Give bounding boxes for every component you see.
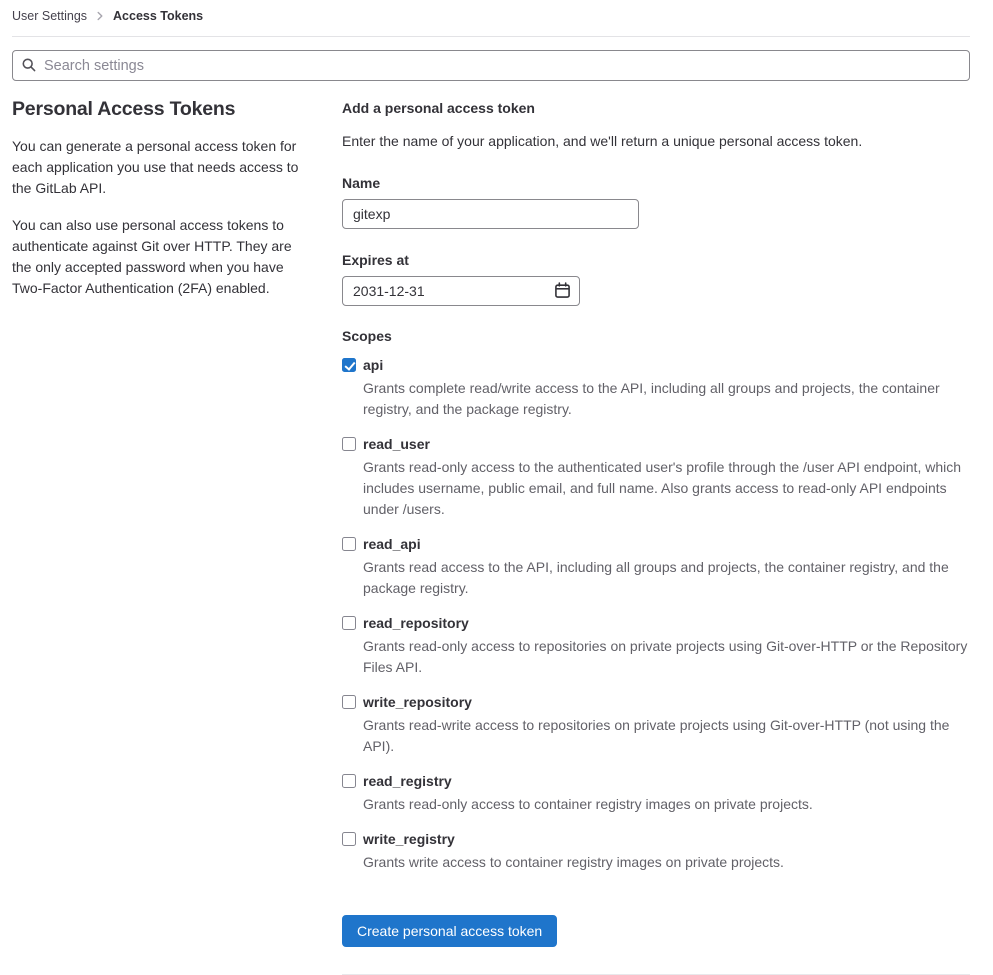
search-input[interactable] [12,50,970,81]
scope-item-read-user: read_user Grants read-only access to the… [342,436,970,520]
scope-name[interactable]: write_repository [363,694,472,710]
checkbox-api[interactable] [342,358,356,372]
checkbox-read-api[interactable] [342,537,356,551]
scope-name[interactable]: api [363,357,383,373]
search-bar [12,50,970,81]
scope-item-read-repository: read_repository Grants read-only access … [342,615,970,678]
header-divider [12,36,970,37]
chevron-right-icon [96,11,104,21]
expires-at-field [342,276,580,306]
breadcrumb-access-tokens: Access Tokens [113,9,204,23]
scope-item-write-repository: write_repository Grants read-write acces… [342,694,970,757]
scope-name[interactable]: write_registry [363,831,455,847]
add-token-form: Add a personal access token Enter the na… [342,97,970,975]
expires-at-input[interactable] [342,276,580,306]
scope-name[interactable]: read_repository [363,615,469,631]
name-label: Name [342,175,381,191]
calendar-icon[interactable] [554,282,571,299]
expires-at-label: Expires at [342,252,409,268]
scope-description: Grants read-only access to repositories … [363,638,968,675]
form-title: Add a personal access token [342,100,535,116]
scope-name[interactable]: read_user [363,436,430,452]
section-paragraph: You can also use personal access tokens … [12,217,292,296]
scope-description: Grants read-only access to the authentic… [363,459,962,517]
scopes-label: Scopes [342,328,392,344]
scope-item-api: api Grants complete read/write access to… [342,357,970,420]
scope-name[interactable]: read_registry [363,773,452,789]
settings-content: Personal Access Tokens You can generate … [12,97,970,975]
checkbox-write-registry[interactable] [342,832,356,846]
checkbox-read-registry[interactable] [342,774,356,788]
checkbox-write-repository[interactable] [342,695,356,709]
search-icon [21,57,37,76]
token-name-input[interactable] [342,199,639,229]
scope-description: Grants read-write access to repositories… [363,717,950,754]
breadcrumb: User Settings Access Tokens [12,8,970,23]
section-paragraph: You can generate a personal access token… [12,138,299,196]
form-description: Enter the name of your application, and … [342,133,863,149]
scope-description: Grants read-only access to container reg… [363,796,813,812]
scope-description: Grants read access to the API, including… [363,559,949,596]
page-title: Personal Access Tokens [12,98,236,120]
scope-item-read-registry: read_registry Grants read-only access to… [342,773,970,815]
scope-description: Grants complete read/write access to the… [363,380,940,417]
checkbox-read-repository[interactable] [342,616,356,630]
checkbox-read-user[interactable] [342,437,356,451]
section-description-column: Personal Access Tokens You can generate … [12,97,342,975]
scope-description: Grants write access to container registr… [363,854,784,870]
scope-item-write-registry: write_registry Grants write access to co… [342,831,970,873]
scope-item-read-api: read_api Grants read access to the API, … [342,536,970,599]
breadcrumb-user-settings[interactable]: User Settings [12,9,87,23]
scope-name[interactable]: read_api [363,536,421,552]
create-token-button[interactable]: Create personal access token [342,915,558,947]
settings-page: User Settings Access Tokens Personal Acc… [0,0,993,975]
